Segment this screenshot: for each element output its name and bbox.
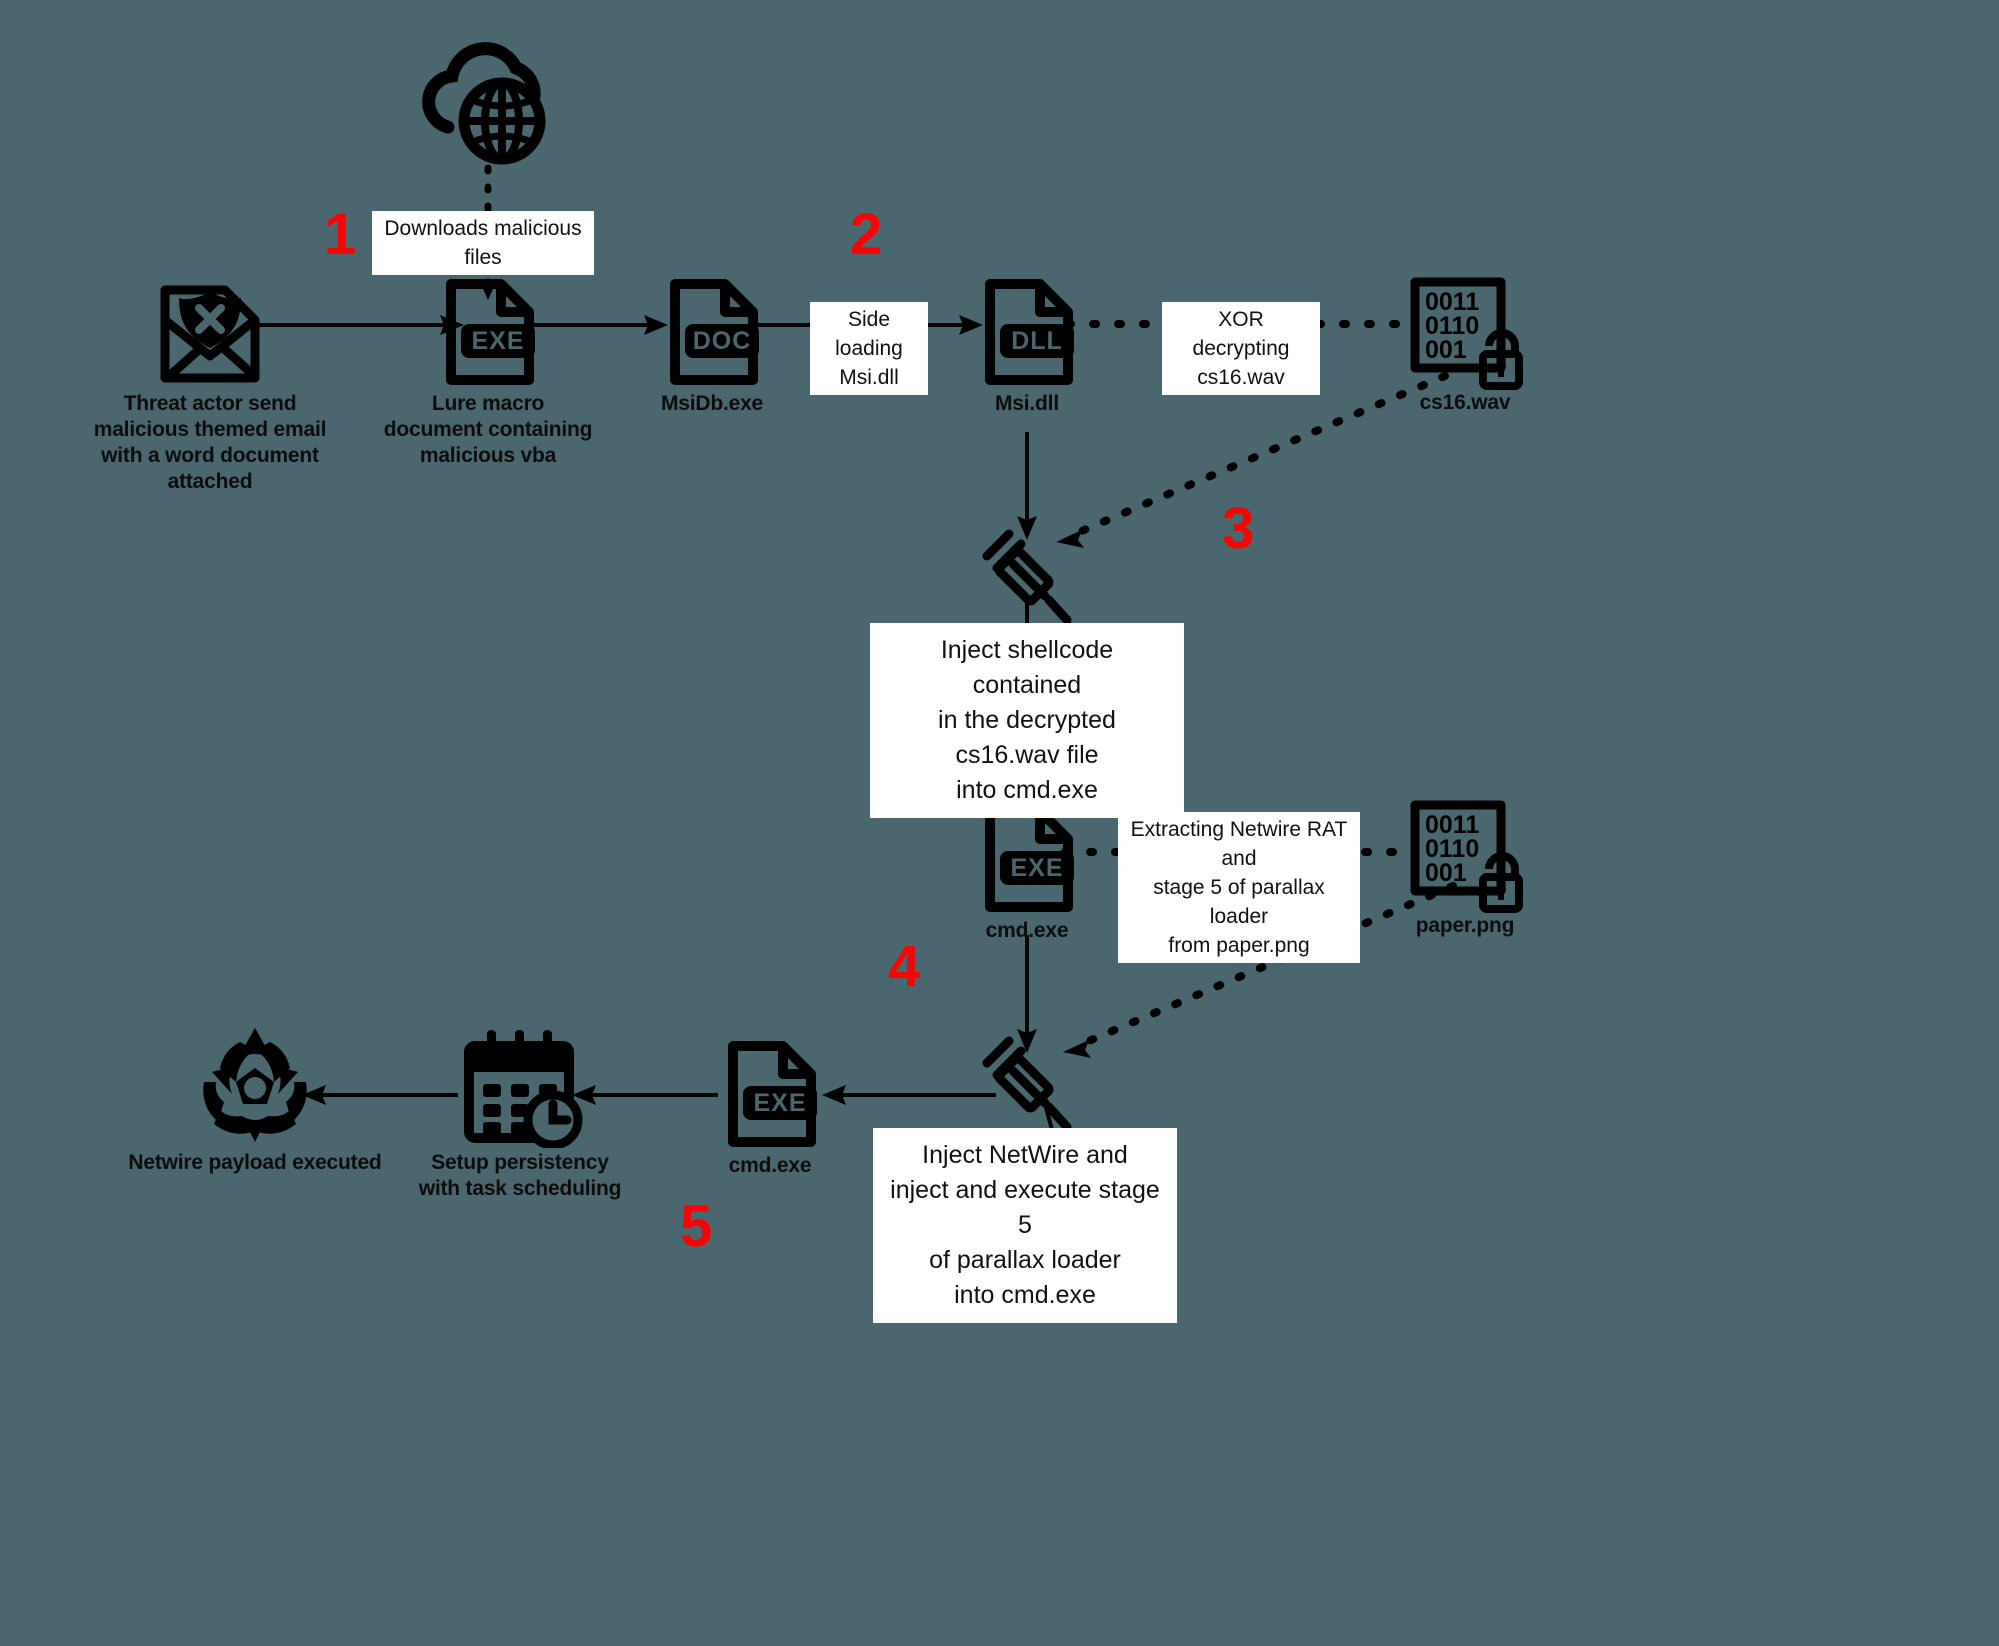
caption-msi-dll: Msi.dll [995, 392, 1059, 415]
doc-file-icon: DOC [667, 278, 759, 386]
svg-text:DLL: DLL [1011, 327, 1063, 355]
label-extracting-netwire: Extracting Netwire RAT and stage 5 of pa… [1118, 812, 1360, 963]
label-inject-shellcode: Inject shellcode contained in the decryp… [870, 623, 1184, 818]
caption-task-scheduler: Setup persistency with task scheduling [418, 1151, 622, 1200]
calendar-clock-icon [455, 1028, 585, 1148]
malicious-email-icon [155, 278, 265, 388]
edge-scheduler-to-payload [300, 1075, 470, 1115]
encrypted-binary-file-icon: 0011 0110 001 [1405, 795, 1525, 913]
exe-file-icon: EXE [725, 1040, 817, 1148]
syringe-icon [975, 528, 1080, 633]
svg-text:DOC: DOC [693, 327, 752, 355]
biohazard-icon [190, 1020, 320, 1150]
caption-netwire-payload: Netwire payload executed [128, 1151, 382, 1174]
caption-cmd-exe-2: cmd.exe [728, 1154, 812, 1177]
label-side-loading: Side loading Msi.dll [810, 302, 928, 395]
svg-text:001: 001 [1425, 336, 1467, 364]
edge-cmd2-to-scheduler [570, 1075, 730, 1115]
caption-cs16-wav: cs16.wav [1419, 391, 1511, 414]
step-number-1: 1 [324, 202, 357, 267]
encrypted-binary-file-icon: 0011 0110 001 [1405, 272, 1525, 390]
step-number-4: 4 [888, 934, 921, 999]
exe-file-icon: EXE [982, 805, 1074, 913]
edge-email-to-lure [258, 305, 468, 345]
step-number-3: 3 [1222, 496, 1255, 561]
caption-lure-exe: Lure macro document containing malicious… [383, 392, 593, 467]
caption-paper-png: paper.png [1415, 914, 1515, 937]
svg-text:001: 001 [1425, 859, 1467, 887]
edge-lure-to-msidb [530, 305, 670, 345]
caption-email: Threat actor send malicious themed email… [93, 392, 327, 493]
syringe-icon [975, 1035, 1080, 1140]
step-number-2: 2 [850, 202, 883, 267]
caption-msidb: MsiDb.exe [660, 392, 764, 415]
svg-text:EXE: EXE [1010, 854, 1063, 882]
cloud-globe-icon [410, 35, 570, 175]
caption-cmd-exe-1: cmd.exe [985, 919, 1069, 942]
exe-file-icon: EXE [443, 278, 535, 386]
step-number-5: 5 [680, 1194, 713, 1259]
label-xor-decrypting: XOR decrypting cs16.wav [1162, 302, 1320, 395]
svg-text:EXE: EXE [471, 327, 524, 355]
attack-chain-diagram: Threat actor send malicious themed email… [0, 0, 1999, 1646]
label-downloads-malicious-files: Downloads malicious files [372, 211, 594, 275]
svg-text:EXE: EXE [753, 1089, 806, 1117]
dll-file-icon: DLL [982, 278, 1074, 386]
label-inject-netwire: Inject NetWire and inject and execute st… [873, 1128, 1177, 1323]
